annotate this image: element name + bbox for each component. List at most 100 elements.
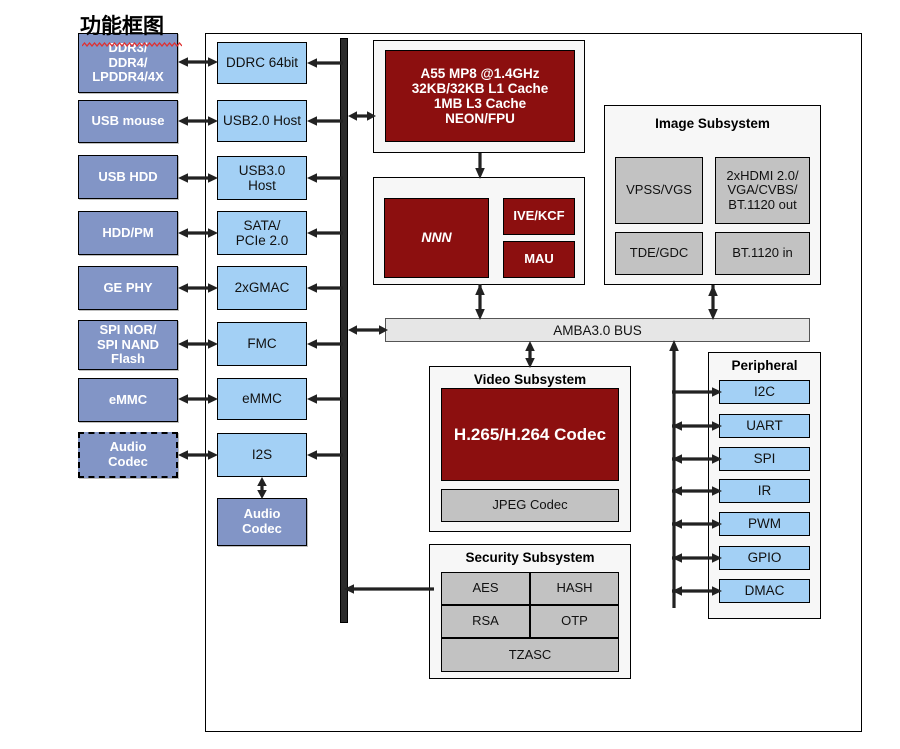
image-block-hdmi-out-label: 2xHDMI 2.0/VGA/CVBS/BT.1120 out <box>726 167 799 212</box>
interface-block-sata-pcie[interactable]: SATA/PCIe 2.0 <box>217 211 307 255</box>
nnn-block[interactable]: NNN <box>384 198 489 278</box>
security-block-hash-label: HASH <box>556 580 593 596</box>
external-block-usb-mouse[interactable]: USB mouse <box>78 100 178 143</box>
arrow-cpu-accel <box>474 153 486 179</box>
arrow-audiocodec-i2s <box>178 449 218 461</box>
interface-block-gmac[interactable]: 2xGMAC <box>217 266 307 310</box>
security-block-otp[interactable]: OTP <box>530 605 619 638</box>
security-block-aes-label: AES <box>472 580 499 596</box>
external-block-usb-hdd-label: USB HDD <box>98 168 158 184</box>
peripheral-block-pwm[interactable]: PWM <box>719 512 810 536</box>
peripheral-block-uart[interactable]: UART <box>719 414 810 438</box>
arrow-trunk-dmac <box>672 585 722 597</box>
image-block-bt1120-in-label: BT.1120 in <box>732 245 793 261</box>
cpu-core-block[interactable]: A55 MP8 @1.4GHz 32KB/32KB L1 Cache 1MB L3 … <box>385 50 575 142</box>
security-block-rsa[interactable]: RSA <box>441 605 530 638</box>
arrow-trunk-gpio <box>672 552 722 564</box>
arrow-bus-cpu <box>348 110 376 122</box>
interface-block-fmc[interactable]: FMC <box>217 322 307 366</box>
security-block-tzasc[interactable]: TZASC <box>441 638 619 672</box>
arrow-accel-amba <box>474 284 486 320</box>
interface-block-emmc-label: eMMC <box>242 391 282 407</box>
image-block-hdmi-out[interactable]: 2xHDMI 2.0/VGA/CVBS/BT.1120 out <box>715 157 810 224</box>
cpu-core-label: A55 MP8 @1.4GHz 32KB/32KB L1 Cache 1MB L3 … <box>411 65 549 127</box>
arrow-usbmouse-usb2 <box>178 115 218 127</box>
peripheral-block-pwm-label: PWM <box>748 516 781 532</box>
amba-bus-label: AMBA3.0 BUS <box>553 322 642 338</box>
arrow-ddrc-bus <box>307 57 343 69</box>
jpeg-codec-block[interactable]: JPEG Codec <box>441 489 619 522</box>
interface-block-gmac-label: 2xGMAC <box>234 280 290 296</box>
arrow-emmc-iface-bus <box>307 393 343 405</box>
internal-block-audio-codec[interactable]: Audio Codec <box>217 498 307 546</box>
arrow-usb3-bus <box>307 172 343 184</box>
peripheral-block-spi-label: SPI <box>753 451 776 467</box>
interface-block-sata-pcie-label: SATA/PCIe 2.0 <box>235 217 289 248</box>
arrow-security-bus <box>344 583 434 595</box>
external-block-ge-phy-label: GE PHY <box>103 279 153 295</box>
internal-block-audio-codec-label: Audio Codec <box>242 506 282 536</box>
interface-block-ddrc-label: DDRC 64bit <box>225 55 299 71</box>
peripheral-block-gpio-label: GPIO <box>747 550 782 566</box>
interface-block-emmc[interactable]: eMMC <box>217 378 307 420</box>
security-block-hash[interactable]: HASH <box>530 572 619 605</box>
arrow-gephy-gmac <box>178 282 218 294</box>
image-subsystem-title: Image Subsystem <box>655 116 770 131</box>
arrow-spiflash-fmc <box>178 338 218 350</box>
arrow-usbhdd-usb3 <box>178 172 218 184</box>
interface-block-ddrc[interactable]: DDRC 64bit <box>217 42 307 84</box>
peripheral-block-ir[interactable]: IR <box>719 479 810 503</box>
peripheral-block-ir-label: IR <box>757 483 772 499</box>
arrow-bus-amba <box>348 324 388 336</box>
external-block-hdd-pm[interactable]: HDD/PM <box>78 211 178 255</box>
arrow-trunk-i2c <box>672 386 722 398</box>
arrow-i2s-audiocodec <box>256 477 268 499</box>
security-block-aes[interactable]: AES <box>441 572 530 605</box>
interface-block-usb2-host-label: USB2.0 Host <box>222 113 302 129</box>
external-block-emmc[interactable]: eMMC <box>78 378 178 422</box>
image-block-vpss-vgs[interactable]: VPSS/VGS <box>615 157 703 224</box>
external-block-hdd-pm-label: HDD/PM <box>102 224 154 240</box>
arrow-amba-peripheral-trunk <box>668 340 680 608</box>
arrow-trunk-uart <box>672 420 722 432</box>
peripheral-block-spi[interactable]: SPI <box>719 447 810 471</box>
external-block-ge-phy[interactable]: GE PHY <box>78 266 178 310</box>
external-block-spi-flash-label: SPI NOR/SPI NAND Flash <box>96 322 160 367</box>
ive-kcf-block[interactable]: IVE/KCF <box>503 198 575 235</box>
mau-block[interactable]: MAU <box>503 241 575 278</box>
security-subsystem-title: Security Subsystem <box>465 550 595 565</box>
image-block-tde-gdc-label: TDE/GDC <box>629 245 689 261</box>
jpeg-codec-label: JPEG Codec <box>492 497 568 513</box>
peripheral-block-gpio[interactable]: GPIO <box>719 546 810 570</box>
arrow-trunk-pwm <box>672 518 722 530</box>
peripheral-block-dmac[interactable]: DMAC <box>719 579 810 603</box>
arrow-i2s-bus <box>307 449 343 461</box>
video-codec-block[interactable]: H.265/H.264 Codec <box>441 388 619 481</box>
arrow-usb2-bus <box>307 115 343 127</box>
video-codec-label: H.265/H.264 Codec <box>453 424 607 444</box>
external-block-ddr-label: DDR3/DDR4/LPDDR4/4X <box>92 40 164 85</box>
peripheral-block-i2c[interactable]: I2C <box>719 380 810 404</box>
arrow-image-amba <box>707 285 719 320</box>
interface-block-fmc-label: FMC <box>247 336 277 352</box>
image-block-bt1120-in[interactable]: BT.1120 in <box>715 232 810 275</box>
peripheral-title: Peripheral <box>731 358 798 373</box>
arrow-gmac-bus <box>307 282 343 294</box>
interface-block-usb3-host[interactable]: USB3.0 Host <box>217 156 307 200</box>
block-diagram-canvas: 功能框图 DDR3/DDR4/LPDDR4/4X USB mouse USB H… <box>0 0 900 749</box>
arrow-sata-bus <box>307 227 343 239</box>
security-block-rsa-label: RSA <box>472 613 499 629</box>
interface-block-usb2-host[interactable]: USB2.0 Host <box>217 100 307 142</box>
arrow-ddr-ddrc <box>178 56 218 68</box>
arrow-emmc-emmc <box>178 393 218 405</box>
interface-block-i2s[interactable]: I2S <box>217 433 307 477</box>
security-block-tzasc-label: TZASC <box>508 646 552 662</box>
external-block-usb-hdd[interactable]: USB HDD <box>78 155 178 199</box>
image-block-tde-gdc[interactable]: TDE/GDC <box>615 232 703 275</box>
external-block-spi-flash[interactable]: SPI NOR/SPI NAND Flash <box>78 320 178 370</box>
peripheral-block-dmac-label: DMAC <box>744 583 785 599</box>
external-block-audio-codec[interactable]: Audio Codec <box>78 432 178 478</box>
interface-block-i2s-label: I2S <box>251 447 273 463</box>
arrow-trunk-spi <box>672 453 722 465</box>
page-title: 功能框图 <box>80 15 164 38</box>
